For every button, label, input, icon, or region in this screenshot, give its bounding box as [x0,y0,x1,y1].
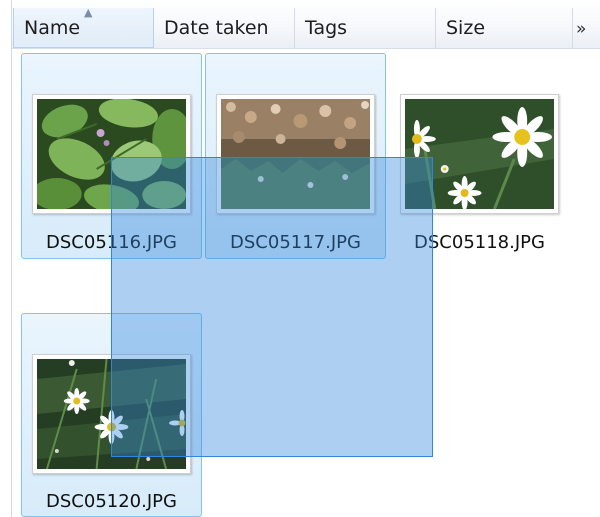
rubber-band-selection-rectangle [111,157,433,457]
column-header-name-label: Name [24,17,81,39]
column-header-date-taken[interactable]: Date taken [154,8,295,48]
file-name-label: DSC05120.JPG [46,491,177,512]
column-header-tags-label: Tags [305,17,348,39]
navigation-pane-edge [0,0,12,517]
column-header-name[interactable]: ▲ Name [13,6,154,48]
column-header-date-taken-label: Date taken [164,17,269,39]
column-header-size-label: Size [446,17,486,39]
sort-ascending-icon: ▲ [84,6,93,19]
column-header-bar: ▲ Name Date taken Tags Size » [0,0,600,49]
column-header-size[interactable]: Size [436,8,573,48]
column-header-tags[interactable]: Tags [295,8,436,48]
more-columns-chevron-icon[interactable]: » [576,8,587,48]
